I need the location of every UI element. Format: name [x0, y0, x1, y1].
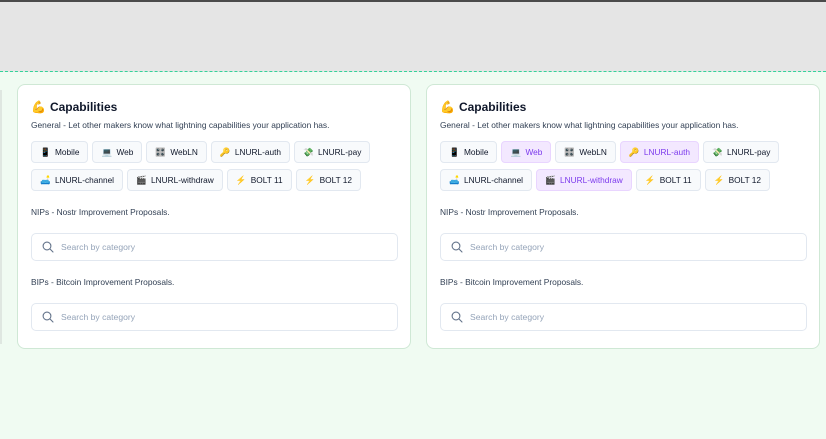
card-title: 💪 Capabilities: [31, 99, 397, 115]
search-icon: [451, 311, 463, 323]
mobile-icon: 📱: [40, 146, 51, 157]
flexed-biceps-icon: 💪: [440, 100, 455, 114]
capability-chip[interactable]: 🎛️ WebLN: [555, 141, 616, 163]
card-title-text: Capabilities: [49, 100, 118, 114]
clapper-icon: 🎬: [136, 174, 147, 185]
chip-label: Web: [116, 147, 134, 157]
chip-label: LNURL-withdraw: [560, 175, 623, 185]
capability-chip[interactable]: ⚡ BOLT 11: [226, 169, 292, 191]
chip-label: LNURL-channel: [55, 175, 115, 185]
card-title-text: Capabilities: [458, 100, 527, 114]
couch-icon: 🛋️: [40, 174, 51, 185]
previous-card-edge: [0, 90, 2, 344]
laptop-icon: 💻: [510, 146, 522, 157]
capability-chip[interactable]: 🎬 LNURL-withdraw: [536, 169, 632, 191]
nips-label: NIPs - Nostr Improvement Proposals.: [440, 207, 579, 217]
capability-chip[interactable]: ⚡ BOLT 11: [635, 169, 701, 191]
chip-label: Mobile: [464, 147, 489, 157]
nips-search-input[interactable]: [61, 242, 361, 252]
capabilities-card: 💪 Capabilities General - Let other maker…: [426, 84, 820, 349]
top-toolbar-area: [0, 0, 826, 72]
capability-chips: 📱 Mobile 💻 Web 🎛️ WebLN 🔑 LNURL-auth 💸 LNURL-pay 🛋…: [31, 141, 403, 191]
capability-chip[interactable]: 🔑 LNURL-auth: [619, 141, 700, 163]
bips-search-box[interactable]: [31, 303, 398, 331]
capability-chip[interactable]: 💻 Web: [501, 141, 552, 163]
card-title: 💪 Capabilities: [440, 99, 806, 115]
capability-chip[interactable]: 💻 Web: [92, 141, 143, 163]
capability-chip[interactable]: ⚡ BOLT 12: [295, 169, 362, 191]
bips-label: BIPs - Bitcoin Improvement Proposals.: [31, 277, 175, 287]
capability-chip[interactable]: 🔑 LNURL-auth: [210, 141, 291, 163]
bips-search-box[interactable]: [440, 303, 807, 331]
search-icon: [42, 311, 54, 323]
key-icon: 🔑: [628, 146, 640, 157]
chip-label: Mobile: [55, 147, 80, 157]
chip-label: BOLT 12: [319, 175, 353, 185]
capability-chip[interactable]: 🎛️ WebLN: [146, 141, 207, 163]
general-description: General - Let other makers know what lig…: [31, 120, 330, 130]
capability-chip[interactable]: 💸 LNURL-pay: [294, 141, 371, 163]
chip-label: LNURL-auth: [234, 147, 282, 157]
search-icon: [42, 241, 54, 253]
control-knobs-icon: 🎛️: [155, 146, 166, 157]
capability-chip[interactable]: ⚡ BOLT 12: [704, 169, 771, 191]
chip-label: LNURL-pay: [727, 147, 771, 157]
money-wings-icon: 💸: [712, 146, 723, 157]
nips-label: NIPs - Nostr Improvement Proposals.: [31, 207, 170, 217]
chip-label: LNURL-auth: [643, 147, 691, 157]
flexed-biceps-icon: 💪: [31, 100, 46, 114]
bips-search-input[interactable]: [470, 312, 770, 322]
chip-label: LNURL-channel: [464, 175, 524, 185]
capability-chip[interactable]: 🎬 LNURL-withdraw: [127, 169, 223, 191]
nips-search-input[interactable]: [470, 242, 770, 252]
lightning-icon: ⚡: [713, 174, 725, 185]
chip-label: LNURL-pay: [318, 147, 362, 157]
nips-search-box[interactable]: [440, 233, 807, 261]
chip-label: BOLT 11: [659, 175, 692, 185]
chip-label: WebLN: [170, 147, 198, 157]
chip-label: BOLT 12: [728, 175, 762, 185]
key-icon: 🔑: [219, 146, 231, 157]
lightning-icon: ⚡: [304, 174, 316, 185]
couch-icon: 🛋️: [449, 174, 460, 185]
money-wings-icon: 💸: [303, 146, 314, 157]
capability-chip[interactable]: 📱 Mobile: [440, 141, 498, 163]
chip-label: WebLN: [579, 147, 607, 157]
chip-label: LNURL-withdraw: [151, 175, 214, 185]
lightning-icon: ⚡: [235, 174, 247, 185]
laptop-icon: 💻: [101, 146, 113, 157]
lightning-icon: ⚡: [644, 174, 656, 185]
dashed-divider: [0, 71, 826, 72]
chip-label: Web: [525, 147, 543, 157]
bips-label: BIPs - Bitcoin Improvement Proposals.: [440, 277, 584, 287]
chip-label: BOLT 11: [250, 175, 283, 185]
capability-chips: 📱 Mobile 💻 Web 🎛️ WebLN 🔑 LNURL-auth 💸 LNURL-pay 🛋…: [440, 141, 812, 191]
capabilities-card: 💪 Capabilities General - Let other maker…: [17, 84, 411, 349]
bips-search-input[interactable]: [61, 312, 361, 322]
capability-chip[interactable]: 🛋️ LNURL-channel: [440, 169, 533, 191]
mobile-icon: 📱: [449, 146, 460, 157]
search-icon: [451, 241, 463, 253]
nips-search-box[interactable]: [31, 233, 398, 261]
capability-chip[interactable]: 📱 Mobile: [31, 141, 89, 163]
capability-chip[interactable]: 💸 LNURL-pay: [703, 141, 780, 163]
capability-chip[interactable]: 🛋️ LNURL-channel: [31, 169, 124, 191]
general-description: General - Let other makers know what lig…: [440, 120, 739, 130]
clapper-icon: 🎬: [545, 174, 556, 185]
control-knobs-icon: 🎛️: [564, 146, 575, 157]
